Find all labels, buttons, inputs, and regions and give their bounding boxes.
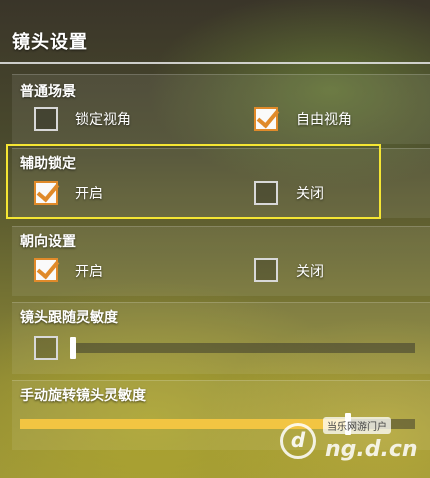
highlight-box [6, 144, 381, 219]
page-title: 镜头设置 [12, 32, 88, 53]
checkbox-lock-view[interactable] [34, 107, 58, 131]
section-follow-sensitivity: 镜头跟随灵敏度 [12, 302, 430, 374]
watermark-logo: d [280, 423, 316, 459]
section-label: 手动旋转镜头灵敏度 [20, 388, 146, 404]
option-label-orientation-off: 关闭 [296, 264, 324, 280]
checkbox-orientation-off[interactable] [254, 258, 278, 282]
checkbox-follow-enable[interactable] [34, 336, 58, 360]
section-label: 朝向设置 [20, 234, 76, 250]
section-label: 普通场景 [20, 84, 76, 100]
option-label-orientation-on: 开启 [75, 264, 103, 280]
option-label-free-view: 自由视角 [296, 112, 352, 128]
checkbox-orientation-on[interactable] [34, 258, 58, 282]
follow-sensitivity-thumb[interactable] [70, 337, 76, 359]
follow-sensitivity-slider[interactable] [70, 343, 415, 353]
section-orientation: 朝向设置 开启 关闭 [12, 226, 430, 296]
watermark-site: ng.d.cn [325, 437, 418, 462]
section-label: 镜头跟随灵敏度 [20, 310, 118, 326]
watermark-badge: 当乐网游门户 [323, 417, 391, 434]
section-normal-scene: 普通场景 锁定视角 自由视角 [12, 74, 430, 144]
option-label-lock-view: 锁定视角 [75, 112, 131, 128]
checkbox-free-view[interactable] [254, 107, 278, 131]
title-divider [0, 62, 430, 64]
